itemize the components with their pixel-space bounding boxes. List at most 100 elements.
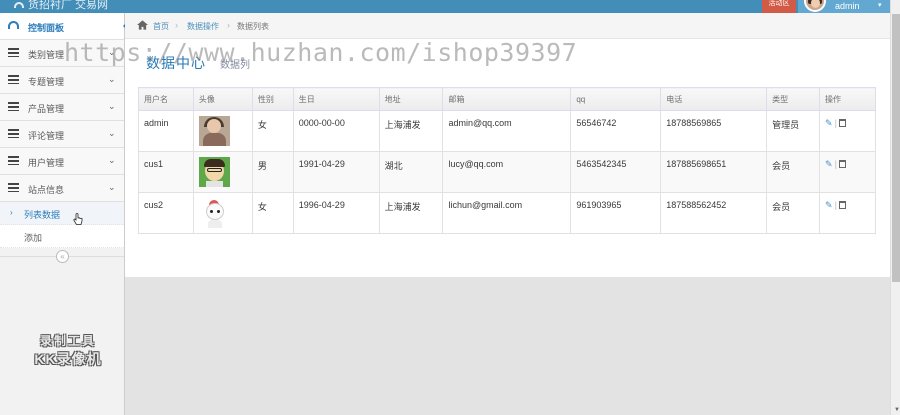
brand-logo[interactable]: 货招衬厂 交易网 xyxy=(14,0,108,12)
sidebar-item-label: 类别管理 xyxy=(28,50,65,60)
cell-type: 会员 xyxy=(766,151,821,193)
cell-avatar xyxy=(192,192,253,234)
breadcrumb-section[interactable]: 数据操作 xyxy=(187,21,219,32)
recorder-line-1: 录制工具 xyxy=(39,334,96,348)
breadcrumb-separator: › xyxy=(175,20,178,30)
top-navbar: 货招衬厂 交易网 活动区 admin ▾ xyxy=(0,0,900,13)
cell-username: cus1 xyxy=(138,151,194,193)
breadcrumb: 首页 › 数据操作 › 数据列表 xyxy=(125,13,890,39)
cell-qq: 56546742 xyxy=(570,110,662,152)
cell-address: 湖北 xyxy=(378,151,444,193)
table-header-row: 用户名 头像 性别 生日 地址 邮箱 qq 电话 类型 操作 xyxy=(138,87,876,111)
cell-birthday: 1991-04-29 xyxy=(292,151,380,193)
cell-actions: ✎ | xyxy=(819,192,876,234)
sidebar-subitem-label: 列表数据 xyxy=(24,210,61,220)
column-header[interactable]: 电话 xyxy=(660,87,768,111)
cell-username: cus2 xyxy=(138,192,194,234)
sidebar-item-label: 评论管理 xyxy=(28,131,65,141)
cell-gender: 女 xyxy=(251,192,294,234)
trash-icon[interactable] xyxy=(838,201,846,209)
recorder-line-2: KK录像机 xyxy=(34,351,102,367)
brand-name: 货招衬厂 交易网 xyxy=(28,0,109,11)
chevron-down-icon: ⌄ xyxy=(108,101,116,111)
cell-email: lucy@qq.com xyxy=(442,151,572,193)
cell-gender: 男 xyxy=(251,151,294,193)
user-menu[interactable]: admin ▾ xyxy=(798,0,890,13)
user-avatar-image xyxy=(198,157,230,187)
action-separator: | xyxy=(834,159,837,169)
action-separator: | xyxy=(834,118,837,128)
chevron-down-icon: ⌄ xyxy=(108,74,116,84)
action-separator: | xyxy=(834,200,837,210)
bullet-icon: › xyxy=(10,208,13,217)
table-row: cus1 男 1991-04-29 湖北 lucy@qq.com 5463542… xyxy=(138,151,876,193)
chevron-down-icon: ⌄ xyxy=(108,155,116,165)
cell-birthday: 1996-04-29 xyxy=(292,192,380,234)
column-header[interactable]: 类型 xyxy=(766,87,821,111)
trash-icon[interactable] xyxy=(838,119,846,127)
scrollbar-thumb[interactable] xyxy=(892,14,900,282)
list-icon xyxy=(8,75,19,85)
cell-phone: 187588562452 xyxy=(660,192,768,234)
list-icon xyxy=(8,102,19,112)
sidebar-subitem-add[interactable]: 添加 xyxy=(0,225,124,248)
edit-icon[interactable]: ✎ xyxy=(825,118,833,128)
sidebar-item-label: 控制面板 xyxy=(28,23,65,33)
cell-address: 上海浦发 xyxy=(378,110,444,152)
breadcrumb-home[interactable]: 首页 xyxy=(153,21,169,32)
scroll-down-icon[interactable]: ▼ xyxy=(894,407,900,413)
cell-qq: 5463542345 xyxy=(570,151,662,193)
cell-email: admin@qq.com xyxy=(442,110,572,152)
sidebar-item-comments[interactable]: 评论管理 ⌄ xyxy=(0,121,124,148)
vertical-scrollbar[interactable]: ▼ xyxy=(890,0,900,415)
edit-icon[interactable]: ✎ xyxy=(825,159,833,169)
sidebar-item-label: 产品管理 xyxy=(28,104,65,114)
chevron-up-icon: ⌄ xyxy=(108,182,116,192)
user-avatar xyxy=(804,0,826,12)
sidebar-item-site-info[interactable]: 站点信息 ⌄ xyxy=(0,175,124,202)
breadcrumb-current: 数据列表 xyxy=(237,22,269,31)
sidebar-subitem-label: 添加 xyxy=(24,233,43,243)
cell-avatar xyxy=(192,151,253,193)
cell-type: 会员 xyxy=(766,192,821,234)
cell-email: lichun@gmail.com xyxy=(442,192,572,234)
home-icon xyxy=(137,20,148,30)
hand-cursor-icon xyxy=(73,213,83,225)
sidebar-collapse-button[interactable]: « xyxy=(56,250,69,263)
page-content: 数据中心 数据列 用户名 头像 性别 生日 地址 邮箱 qq 电话 类型 操作 xyxy=(125,39,890,277)
sidebar-item-topics[interactable]: 专题管理 ⌄ xyxy=(0,67,124,94)
column-header[interactable]: 生日 xyxy=(292,87,380,111)
column-header[interactable]: qq xyxy=(570,87,662,111)
column-header[interactable]: 性别 xyxy=(251,87,294,111)
user-avatar-image xyxy=(198,116,230,146)
nav-activity-label: 活动区 xyxy=(768,0,790,7)
sidebar-subitem-list[interactable]: › 列表数据 xyxy=(0,202,124,225)
breadcrumb-separator: › xyxy=(227,20,230,30)
nav-activity-button[interactable]: 活动区 xyxy=(762,0,796,13)
sidebar-item-products[interactable]: 产品管理 ⌄ xyxy=(0,94,124,121)
list-icon xyxy=(8,156,19,166)
column-header[interactable]: 头像 xyxy=(192,87,253,111)
cell-gender: 女 xyxy=(251,110,294,152)
sidebar-item-dashboard[interactable]: 控制面板 xyxy=(0,13,130,40)
brand-icon xyxy=(14,2,24,8)
sidebar-item-label: 站点信息 xyxy=(28,185,65,195)
chevron-down-icon: ⌄ xyxy=(108,128,116,138)
cell-phone: 18788569865 xyxy=(660,110,768,152)
column-header[interactable]: 邮箱 xyxy=(442,87,572,111)
column-header[interactable]: 操作 xyxy=(819,87,876,111)
edit-icon[interactable]: ✎ xyxy=(825,200,833,210)
sidebar-item-label: 用户管理 xyxy=(28,158,65,168)
cell-birthday: 0000-00-00 xyxy=(292,110,380,152)
column-header[interactable]: 用户名 xyxy=(138,87,194,111)
cell-actions: ✎ | xyxy=(819,151,876,193)
dashboard-icon xyxy=(8,21,19,31)
cell-phone: 187885698651 xyxy=(660,151,768,193)
main-content: 首页 › 数据操作 › 数据列表 数据中心 数据列 用户名 头像 性别 生日 地… xyxy=(125,13,890,415)
column-header[interactable]: 地址 xyxy=(378,87,444,111)
username-label: admin xyxy=(835,1,860,11)
sidebar-item-users[interactable]: 用户管理 ⌄ xyxy=(0,148,124,175)
table-row: cus2 女 1996-04-29 上海浦发 lichun@gmail.com … xyxy=(138,192,876,234)
cell-type: 管理员 xyxy=(766,110,821,152)
trash-icon[interactable] xyxy=(838,160,846,168)
